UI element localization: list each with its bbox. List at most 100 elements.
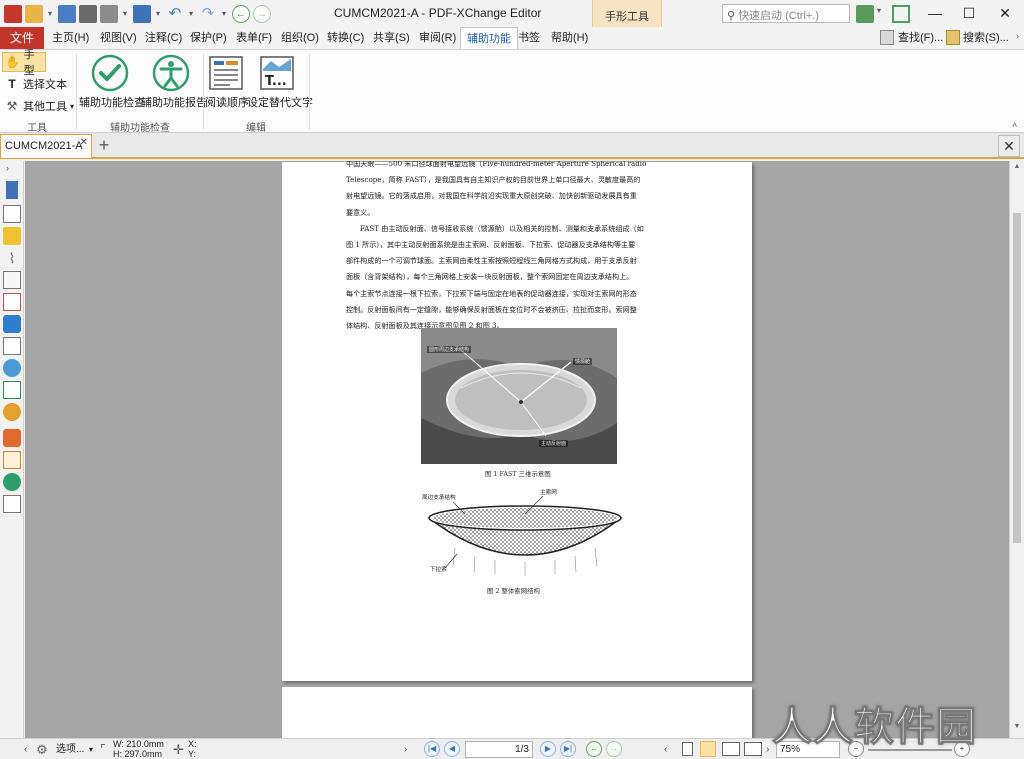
pdf-page: 中国天眼——500 米口径球面射电望远镜（Five-hundred-meter … <box>282 161 752 681</box>
select-text-tool[interactable]: T 选择文本 <box>2 74 67 94</box>
structure-icon[interactable] <box>3 381 21 399</box>
undo-icon[interactable]: ↶ <box>166 5 184 23</box>
back-view-button[interactable]: ← <box>586 741 602 757</box>
find-button[interactable]: 查找(F)... <box>898 29 943 47</box>
attachments-icon[interactable]: ⌇ <box>3 249 21 267</box>
gear-icon: ⚙ <box>36 742 48 757</box>
scanner-icon[interactable] <box>133 4 151 23</box>
fullscreen-icon[interactable] <box>892 5 910 23</box>
hand-tool[interactable]: ✋ 手型 <box>2 49 46 77</box>
vertical-scrollbar[interactable]: ▲ ▼ <box>1009 161 1024 738</box>
menu-organize[interactable]: 组织(O) <box>281 27 319 49</box>
search-button[interactable]: 搜索(S)... <box>963 29 1009 47</box>
menu-bar: 文件 主页(H) 视图(V) 注释(C) 保护(P) 表单(F) 组织(O) 转… <box>0 27 1024 50</box>
tab-document[interactable]: CUMCM2021-A ✕ <box>0 134 92 158</box>
group-label-tools: 工具 <box>27 123 47 134</box>
next-page-button[interactable]: ▶ <box>540 741 556 757</box>
accessibility-panel-icon[interactable] <box>3 473 21 491</box>
articles-icon[interactable] <box>3 337 21 355</box>
chevron-down-icon[interactable]: ▾ <box>89 739 93 759</box>
facing-pages-icon[interactable] <box>722 742 740 756</box>
scroll-up-icon[interactable]: ▲ <box>1010 163 1024 170</box>
chevron-left-icon[interactable]: ‹ <box>664 739 667 759</box>
single-page-icon[interactable] <box>682 742 693 756</box>
minimize-button[interactable]: — <box>918 0 952 27</box>
chevron-down-icon[interactable]: ▾ <box>187 9 195 18</box>
menu-home[interactable]: 主页(H) <box>52 27 89 49</box>
ui-options-icon[interactable] <box>856 5 874 23</box>
redo-icon[interactable]: ↷ <box>199 5 217 23</box>
page-width: W: 210.0mm <box>113 739 164 749</box>
menu-convert[interactable]: 转换(C) <box>327 27 364 49</box>
chevron-right-icon[interactable]: › <box>766 739 769 759</box>
menu-bookmarks[interactable]: 书签 <box>518 27 540 49</box>
text-line: 射电望远镜。它的落成启用，对我国在科学前沿实现重大原创突破、加快创新驱动发展具有… <box>346 191 637 201</box>
forward-view-button[interactable]: → <box>606 741 622 757</box>
menu-help[interactable]: 帮助(H) <box>551 27 588 49</box>
chevron-down-icon[interactable]: ▾ <box>877 6 881 15</box>
chevron-right-icon[interactable]: › <box>6 163 9 173</box>
document-view[interactable]: 中国天眼——500 米口径球面射电望远镜（Five-hundred-meter … <box>25 161 1009 738</box>
open-folder-icon[interactable] <box>25 4 43 23</box>
pages-icon[interactable] <box>3 205 21 223</box>
close-tab-icon[interactable]: ✕ <box>80 132 88 154</box>
other-tools-dropdown[interactable]: ⚒ 其他工具 ▾ <box>2 96 74 116</box>
tags-icon[interactable] <box>3 429 21 447</box>
close-document-button[interactable]: ✕ <box>998 135 1020 157</box>
text-line: 要意义。 <box>346 207 375 217</box>
print-icon[interactable] <box>79 4 97 23</box>
accessibility-check-label: 辅助功能检查 <box>79 97 145 109</box>
chevron-down-icon[interactable]: ▾ <box>154 9 162 18</box>
menu-protect[interactable]: 保护(P) <box>190 27 227 49</box>
previous-page-button[interactable]: ◀ <box>444 741 460 757</box>
bookmark-icon[interactable] <box>6 181 18 199</box>
save-icon[interactable] <box>58 4 76 23</box>
scrollbar-thumb[interactable] <box>1013 213 1021 543</box>
app-logo-icon <box>4 4 22 23</box>
quick-launch-input[interactable]: ⚲ 快速启动 (Ctrl+.) <box>722 4 850 23</box>
continuous-page-icon[interactable] <box>700 741 716 757</box>
page-number-input[interactable]: 1/3 <box>465 741 533 758</box>
links-icon[interactable] <box>3 403 21 421</box>
content-icon[interactable] <box>3 315 21 333</box>
menu-share[interactable]: 共享(S) <box>373 27 410 49</box>
chevron-right-icon[interactable]: › <box>404 739 407 759</box>
chevron-down-icon[interactable]: ▾ <box>46 9 54 18</box>
maximize-button[interactable]: ☐ <box>952 0 986 27</box>
first-page-button[interactable]: |◀ <box>424 741 440 757</box>
text-line: 部件构成的一个可调节球面。主索网由柔性主索按照短程线三角网格方式构成，用于支承反… <box>346 256 637 266</box>
menu-accessibility[interactable]: 辅助功能 <box>460 27 518 50</box>
signatures-icon[interactable] <box>3 293 21 311</box>
order-icon[interactable] <box>3 451 21 469</box>
chevron-down-icon[interactable]: ▾ <box>220 9 228 18</box>
comments-icon[interactable] <box>3 227 21 245</box>
set-alt-text-button[interactable]: T... 设定替代文字 <box>247 52 313 118</box>
destinations-icon[interactable] <box>3 359 21 377</box>
last-page-button[interactable]: ▶| <box>560 741 576 757</box>
accessibility-check-button[interactable]: 辅助功能检查 <box>79 52 145 118</box>
continuous-facing-icon[interactable] <box>744 742 762 756</box>
forward-icon[interactable]: → <box>253 4 271 23</box>
options-button[interactable]: 选项... <box>56 739 84 759</box>
scroll-down-icon[interactable]: ▼ <box>1010 723 1024 730</box>
menu-view[interactable]: 视图(V) <box>100 27 137 49</box>
email-icon[interactable] <box>100 4 118 23</box>
menu-form[interactable]: 表单(F) <box>236 27 272 49</box>
new-tab-button[interactable]: + <box>94 135 114 155</box>
watermark-text: 人人软件园 <box>772 704 977 751</box>
layers-icon[interactable] <box>3 271 21 289</box>
text-line: 每个主索节点连接一根下拉索，下拉索下端与固定在地表的促动器连接，实现对主索网的形… <box>346 288 637 298</box>
menu-comment[interactable]: 注释(C) <box>145 27 182 49</box>
chevron-left-icon[interactable]: ‹ <box>24 739 27 759</box>
chevron-right-icon[interactable]: › <box>1016 31 1019 41</box>
text-line: 图 1 所示），其中主动反射面系统是由主索网、反射面板、下拉索、促动器及支承结构… <box>346 240 636 250</box>
reading-order-button[interactable]: 阅读顺序 <box>205 52 249 118</box>
chevron-down-icon[interactable]: ▾ <box>121 9 129 18</box>
collapse-ribbon-icon[interactable]: ˄ <box>1012 120 1017 130</box>
menu-review[interactable]: 审阅(R) <box>419 27 456 49</box>
back-icon[interactable]: ← <box>232 4 250 23</box>
fields-icon[interactable] <box>3 495 21 513</box>
text-line: 中国天眼——500 米口径球面射电望远镜（Five-hundred-meter … <box>346 161 647 168</box>
close-button[interactable]: ✕ <box>988 0 1022 27</box>
accessibility-report-button[interactable]: 辅助功能报告 <box>141 52 207 118</box>
